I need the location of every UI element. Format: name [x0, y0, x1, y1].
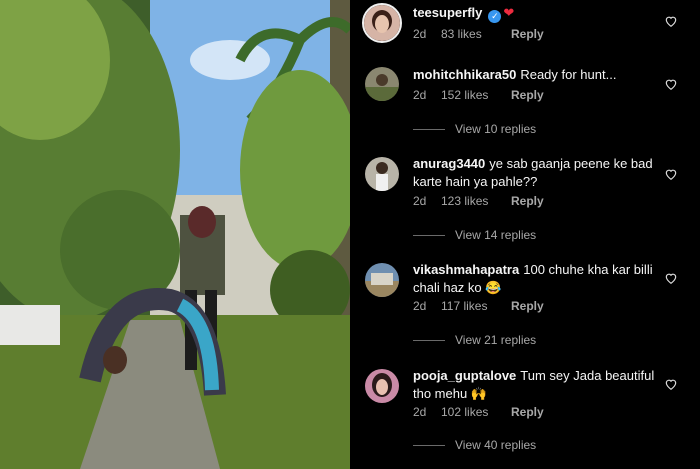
comment-meta: 2d 123 likes Reply — [413, 194, 544, 208]
username[interactable]: mohitchhikara50 — [413, 67, 516, 82]
avatar[interactable] — [365, 157, 399, 191]
comment-meta: 2d 152 likes Reply — [413, 88, 544, 102]
verified-badge-icon: ✓ — [488, 10, 502, 23]
comment-item: mohitchhikara50 Ready for hunt... 2d 152 … — [350, 60, 700, 140]
avatar[interactable] — [365, 263, 399, 297]
avatar-image-icon — [364, 5, 400, 41]
comment-text: vikashmahapatra 100 chuhe kha kar billi c… — [413, 261, 663, 297]
comment-meta: 2d 117 likes Reply — [413, 299, 544, 313]
avatar[interactable] — [365, 67, 399, 101]
garden-yoga-photo — [0, 0, 350, 469]
username[interactable]: vikashmahapatra — [413, 262, 519, 277]
comment-age: 2d — [413, 299, 427, 313]
avatar-image-icon — [365, 369, 399, 403]
comment-item: teesuperfly ✓ ❤ 2d 83 likes Reply — [350, 0, 700, 60]
avatar-image-icon — [365, 67, 399, 101]
avatar-image-icon — [365, 157, 399, 191]
divider — [413, 444, 445, 446]
comment-age: 2d — [413, 194, 427, 208]
view-replies-label: View 40 replies — [455, 438, 537, 452]
heart-outline-icon[interactable] — [664, 271, 678, 285]
reply-button[interactable]: Reply — [511, 194, 544, 208]
reply-button[interactable]: Reply — [511, 88, 544, 102]
comment-meta: 2d 102 likes Reply — [413, 405, 544, 419]
view-replies-button[interactable]: View 10 replies — [413, 122, 536, 136]
comment-item: anurag3440 ye sab gaanja peene ke bad kar… — [350, 150, 700, 250]
like-count[interactable]: 123 likes — [441, 194, 511, 208]
comment-text: pooja_guptalove Tum sey Jada beautiful th… — [413, 367, 663, 403]
heart-outline-icon[interactable] — [664, 167, 678, 181]
reply-button[interactable]: Reply — [511, 299, 544, 313]
comment-meta: 2d 83 likes Reply — [413, 27, 544, 41]
username[interactable]: teesuperfly — [413, 5, 482, 20]
view-replies-label: View 21 replies — [455, 333, 537, 347]
avatar-image-icon — [365, 263, 399, 297]
like-count[interactable]: 152 likes — [441, 88, 511, 102]
view-replies-label: View 14 replies — [455, 228, 537, 242]
reply-button[interactable]: Reply — [511, 405, 544, 419]
comment-text: mohitchhikara50 Ready for hunt... — [413, 66, 663, 84]
comment-age: 2d — [413, 88, 427, 102]
post-photo[interactable] — [0, 0, 350, 469]
username[interactable]: anurag3440 — [413, 156, 485, 171]
username[interactable]: pooja_guptalove — [413, 368, 516, 383]
red-heart-emoji: ❤ — [503, 5, 515, 20]
reply-button[interactable]: Reply — [511, 27, 544, 41]
heart-outline-icon[interactable] — [664, 14, 678, 28]
like-count[interactable]: 117 likes — [441, 299, 511, 313]
comment-item: vikashmahapatra 100 chuhe kha kar billi c… — [350, 256, 700, 356]
like-count[interactable]: 83 likes — [441, 27, 511, 41]
comments-panel: teesuperfly ✓ ❤ 2d 83 likes Reply mohitchh… — [350, 0, 700, 469]
avatar[interactable] — [362, 3, 402, 43]
view-replies-label: View 10 replies — [455, 122, 537, 136]
view-replies-button[interactable]: View 21 replies — [413, 333, 536, 347]
divider — [413, 234, 445, 236]
comment-age: 2d — [413, 27, 427, 41]
divider — [413, 339, 445, 341]
comment-item: pooja_guptalove Tum sey Jada beautiful th… — [350, 362, 700, 469]
comment-age: 2d — [413, 405, 427, 419]
view-replies-button[interactable]: View 40 replies — [413, 438, 536, 452]
comment-text: anurag3440 ye sab gaanja peene ke bad kar… — [413, 155, 663, 191]
view-replies-button[interactable]: View 14 replies — [413, 228, 536, 242]
divider — [413, 128, 445, 130]
comment-body: Ready for hunt... — [520, 67, 617, 82]
heart-outline-icon[interactable] — [664, 377, 678, 391]
heart-outline-icon[interactable] — [664, 77, 678, 91]
like-count[interactable]: 102 likes — [441, 405, 511, 419]
comment-text: teesuperfly ✓ ❤ — [413, 4, 663, 23]
avatar[interactable] — [365, 369, 399, 403]
